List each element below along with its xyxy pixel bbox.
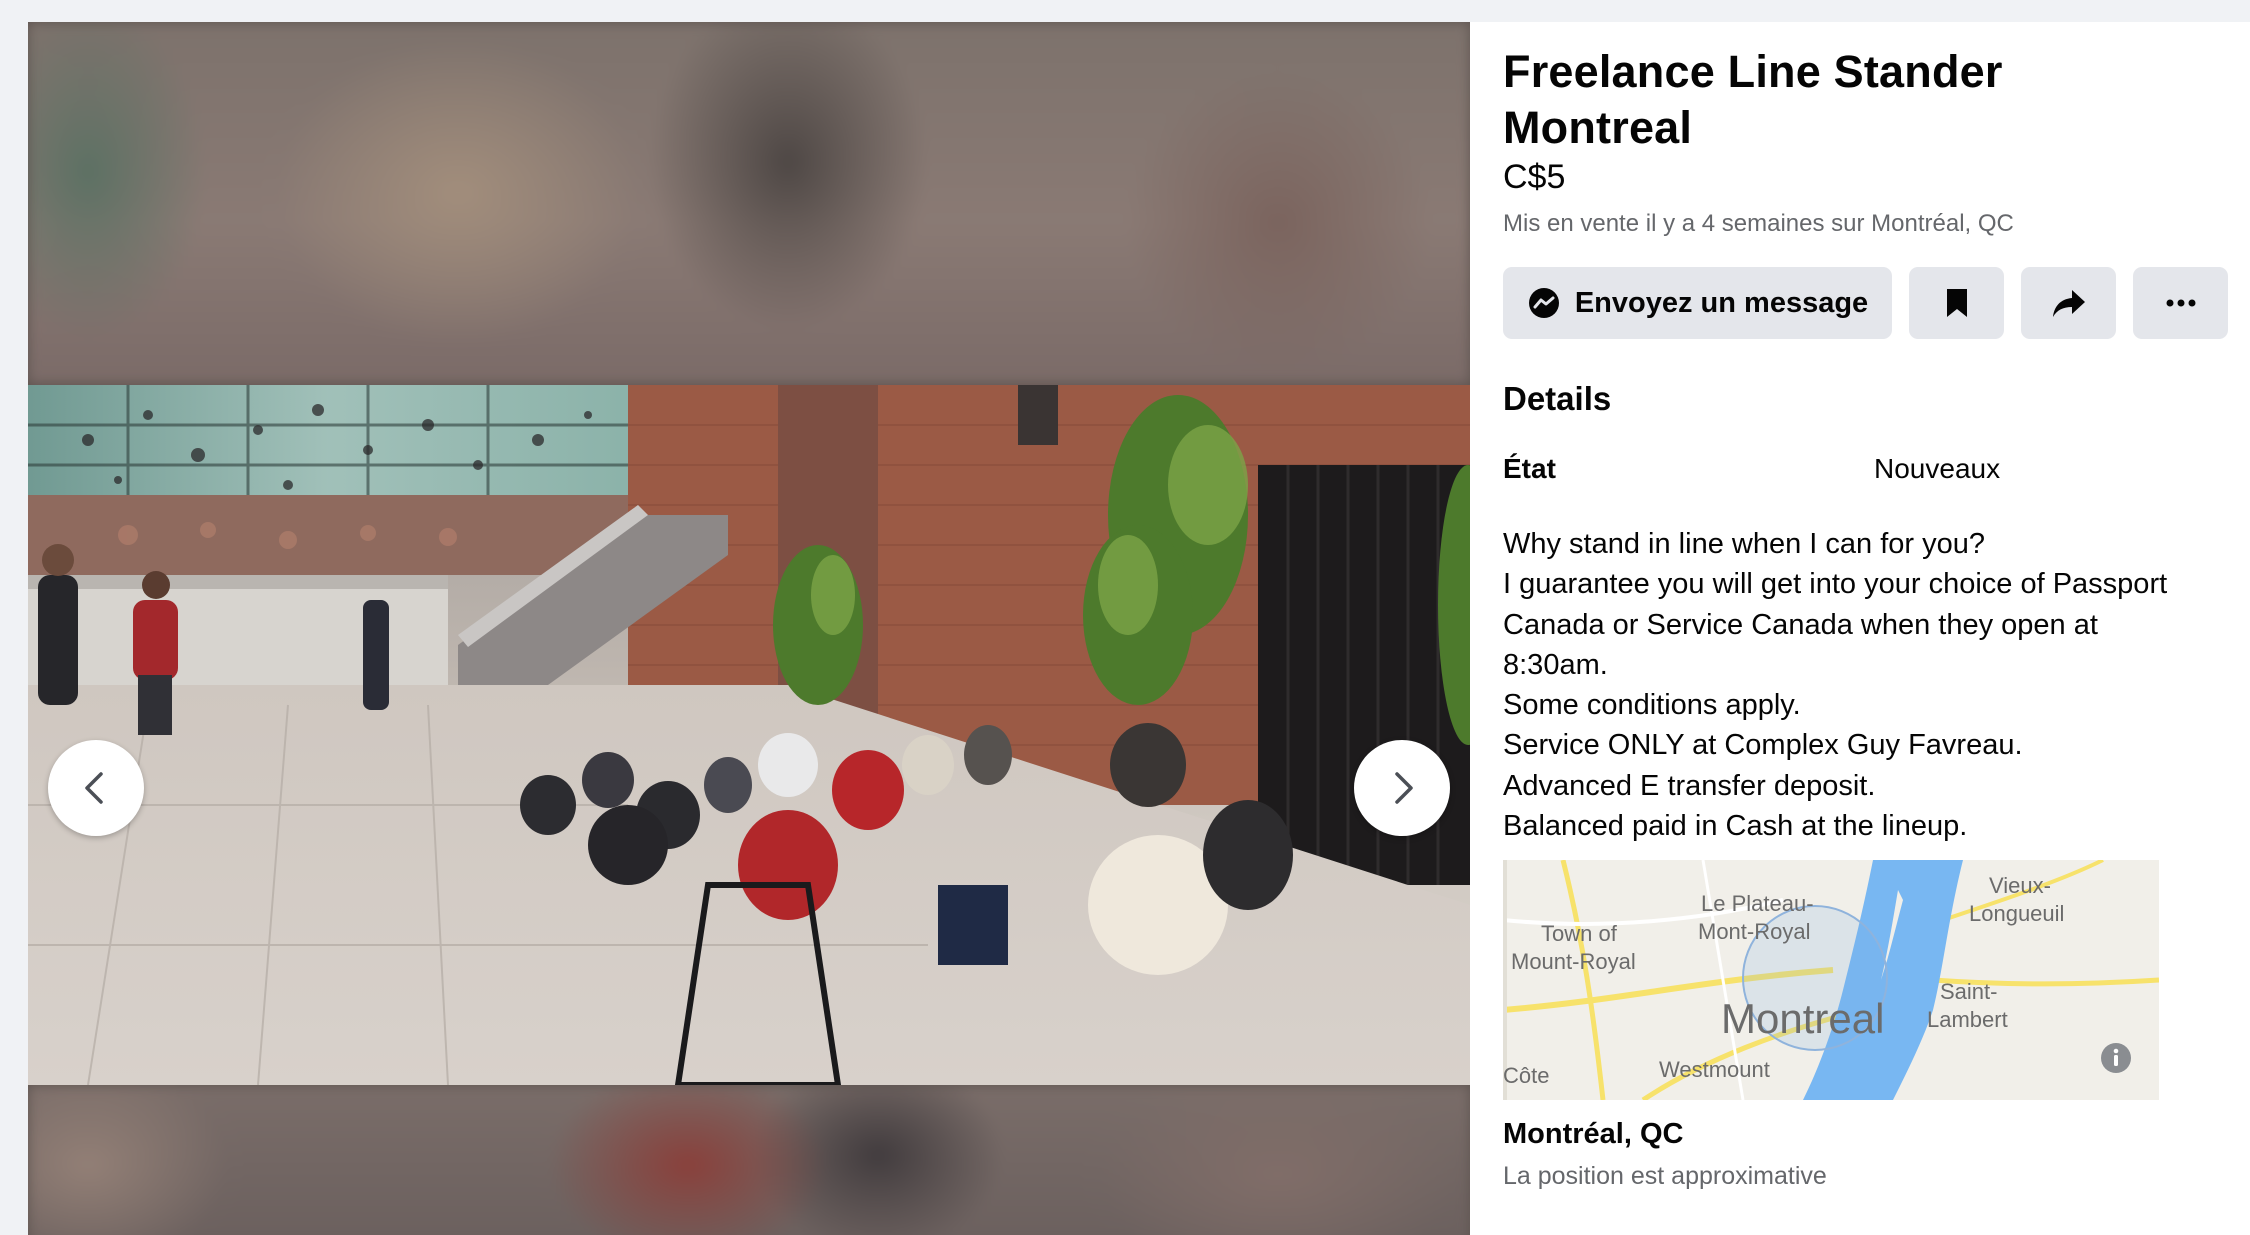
map-label: Le Plateau- [1701,891,1814,916]
chevron-left-icon [85,772,103,804]
map-label: Vieux- [1989,873,2051,898]
save-button[interactable] [1909,267,2004,339]
location-map[interactable]: Town of Mount-Royal Le Plateau- Mont-Roy… [1503,860,2159,1100]
map-label: Westmount [1659,1057,1770,1082]
listed-info: Mis en vente il y a 4 semaines sur Montr… [1503,210,2014,237]
listing-description: Why stand in line when I can for you? I … [1503,524,2233,846]
map-label: Longueuil [1969,901,2065,926]
chevron-right-icon [1395,772,1413,804]
map-label: Town of [1541,921,1617,946]
condition-value: Nouveaux [1874,453,2001,484]
ellipsis-icon [2166,299,2195,307]
blurred-background-bottom [28,1085,1470,1235]
location-note: La position est approximative [1503,1162,1827,1190]
send-message-label: Envoyez un message [1574,286,1869,319]
map-label: Lambert [1927,1007,2008,1032]
map-graphic [1503,860,2159,1100]
listing-details-panel: Freelance Line Stander Montreal C$5 Mis … [1470,22,2250,1235]
map-label: Côte [1503,1063,1550,1088]
map-label: Mont-Royal [1698,919,1811,944]
description-line: Canada or Service Canada when they open … [1503,608,2098,641]
photo-scene [28,385,1470,1085]
listing-title: Freelance Line Stander Montreal [1503,44,2203,156]
photo-viewer [28,22,1470,1235]
description-line: Balanced paid in Cash at the lineup. [1503,810,1968,843]
condition-label: État [1503,453,1556,484]
details-heading: Details [1503,380,1612,417]
blurred-background-top [28,22,1470,384]
description-line: 8:30am. [1503,648,1608,681]
share-button[interactable] [2021,267,2116,339]
listing-title-line-2: Montreal [1503,102,1693,153]
info-icon[interactable] [2100,1042,2132,1074]
map-city-label: Montreal [1721,995,1885,1042]
bookmark-icon [1946,289,1967,317]
map-label: Saint- [1940,979,1998,1004]
send-message-button[interactable]: Envoyez un message [1503,267,1892,339]
location-name: Montréal, QC [1503,1118,1684,1150]
share-arrow-icon [2052,290,2085,317]
description-line: Why stand in line when I can for you? [1503,528,1985,560]
messenger-icon [1528,288,1559,318]
listing-title-line-1: Freelance Line Stander [1503,46,2003,97]
description-line: I guarantee you will get into your choic… [1503,568,2168,601]
description-line: Advanced E transfer deposit. [1503,769,1876,802]
listing-price: C$5 [1503,158,1566,196]
description-line: Some conditions apply. [1503,689,1801,722]
listing-photo[interactable] [28,385,1470,1085]
map-label: Mount-Royal [1511,949,1636,974]
description-line: Service ONLY at Complex Guy Favreau. [1503,729,2023,762]
more-options-button[interactable] [2133,267,2228,339]
next-photo-button[interactable] [1354,740,1450,836]
previous-photo-button[interactable] [48,740,144,836]
